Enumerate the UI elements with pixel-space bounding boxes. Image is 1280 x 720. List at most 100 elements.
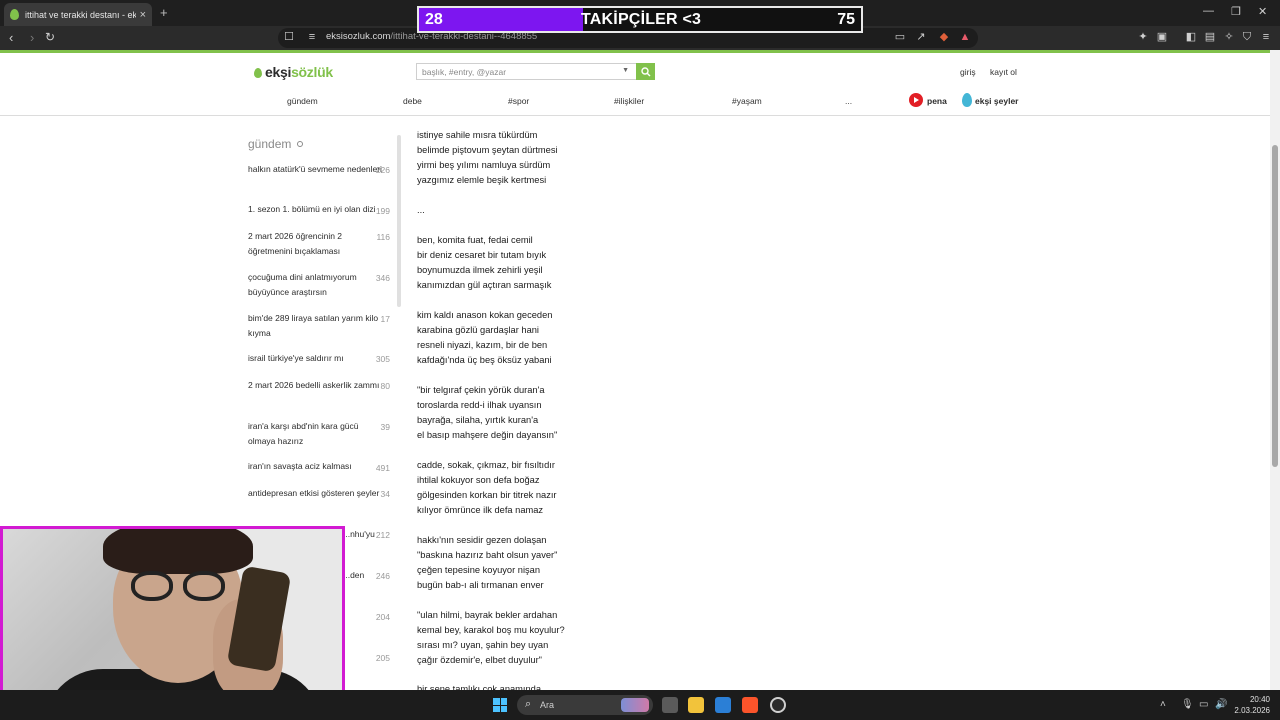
- taskbar-clock[interactable]: 20:40 2.03.2026: [1234, 694, 1270, 716]
- nav-yasam[interactable]: #yaşam: [732, 96, 762, 106]
- topic-count: 205: [375, 653, 390, 663]
- eksi-seyler-icon: [962, 93, 972, 107]
- screenshot-icon[interactable]: ▣: [1156, 31, 1168, 43]
- settings-icon[interactable]: [297, 141, 303, 147]
- nav-debe[interactable]: debe: [403, 96, 422, 106]
- extensions-icon[interactable]: ✦: [1137, 31, 1149, 43]
- obs-icon[interactable]: [770, 697, 786, 713]
- topic-link[interactable]: iran'ın savaşta aciz kalması: [248, 459, 388, 474]
- entry-line: ben, komita fuat, fedai cemil: [417, 235, 533, 245]
- topic-count: 17: [380, 314, 390, 324]
- leo-ai-icon[interactable]: ✧: [1223, 31, 1235, 43]
- cast-icon[interactable]: ▭: [894, 31, 906, 43]
- topic-count: 246: [375, 571, 390, 581]
- brave-rewards-icon[interactable]: ▲: [959, 31, 971, 43]
- search-button[interactable]: [636, 63, 655, 80]
- nav-iliskiler[interactable]: #ilişkiler: [614, 96, 644, 106]
- sidebar-scrollbar[interactable]: [397, 135, 401, 307]
- drop-icon: [254, 68, 262, 78]
- entry-line: "baskına hazırız baht olsun yaver": [417, 550, 558, 560]
- entry-line: hakkı'nın sesidir gezen dolaşan: [417, 535, 547, 545]
- wallet-icon[interactable]: ▤: [1204, 31, 1216, 43]
- store-icon[interactable]: [715, 697, 731, 713]
- sidebar-toggle-icon[interactable]: ◧: [1185, 31, 1197, 43]
- entry-line: kim kaldı anason kokan geceden: [417, 310, 553, 320]
- site-logo[interactable]: ekşisözlük: [254, 64, 333, 80]
- login-link[interactable]: giriş: [960, 67, 976, 77]
- topic-link[interactable]: çocuğuma dini anlatmıyorum büyüyünce ara…: [248, 270, 388, 299]
- entry-line: resneli niyazi, kazım, bir de ben: [417, 340, 548, 350]
- volume-icon[interactable]: 🔊: [1215, 699, 1227, 710]
- reload-icon[interactable]: ↻: [45, 30, 55, 44]
- tab-title: ittihat ve terakki destanı - ekşi sözlük: [25, 9, 136, 20]
- pena-icon: [909, 93, 923, 107]
- glasses-icon: [183, 571, 225, 601]
- topic-link[interactable]: 2 mart 2026 öğrencinin 2 öğretmenini bıç…: [248, 229, 388, 258]
- page-scrollbar-thumb[interactable]: [1272, 145, 1278, 467]
- eksi-seyler-link[interactable]: ekşi şeyler: [975, 96, 1018, 106]
- entry-line: sırası mı? uyan, şahin bey uyan: [417, 640, 549, 650]
- taskbar-search[interactable]: ⌕ Ara: [517, 695, 653, 715]
- network-icon[interactable]: ▭: [1199, 699, 1208, 710]
- logo-part-2: sözlük: [291, 64, 333, 80]
- brave-shield-icon[interactable]: ◆: [938, 31, 950, 43]
- entry-line: istinye sahile mısra tükürdüm: [417, 130, 538, 140]
- topic-count: 346: [375, 273, 390, 283]
- entry-line: yirmi beş yılımı namluya sürdüm: [417, 160, 551, 170]
- back-icon[interactable]: ‹: [9, 30, 13, 45]
- nav-more[interactable]: ...: [845, 96, 852, 106]
- new-tab-button[interactable]: +: [160, 5, 168, 20]
- entry-line: bayrağa, silaha, yırtık kuran'a: [417, 415, 539, 425]
- entry-line: el basıp mahşere değin dayansın": [417, 430, 558, 440]
- topic-count: 34: [380, 489, 390, 499]
- vpn-icon[interactable]: ⛉: [1241, 31, 1253, 43]
- topic-count: 39: [380, 422, 390, 432]
- entry-line: yazgımız elemle beşik kertmesi: [417, 175, 547, 185]
- entry-line: "bir telgıraf çekin yörük duran'a: [417, 385, 545, 395]
- menu-icon[interactable]: ≡: [1260, 31, 1272, 43]
- topic-link[interactable]: bim'de 289 liraya satılan yarım kilo kıy…: [248, 311, 388, 340]
- search-dropdown-icon[interactable]: ▼: [622, 67, 629, 74]
- glasses-icon: [131, 571, 173, 601]
- tray-overflow-icon[interactable]: ˄: [1160, 699, 1166, 710]
- pena-link[interactable]: pena: [927, 96, 947, 106]
- entry-line: belimde piştovum şeytan dürtmesi: [417, 145, 558, 155]
- entry-line: çeğen tepesine koyuyor nişan: [417, 565, 541, 575]
- sidebar-title: gündem: [248, 137, 292, 151]
- search-input[interactable]: başlık, #entry, @yazar ▼: [416, 63, 636, 80]
- clock-time: 20:40: [1249, 695, 1270, 704]
- topic-link[interactable]: antidepresan etkisi gösteren şeyler: [248, 486, 388, 501]
- follower-current: 28: [425, 11, 443, 28]
- search-icon: ⌕: [525, 698, 532, 710]
- tab-close-icon[interactable]: ×: [140, 9, 146, 21]
- topic-link[interactable]: 2 mart 2026 bedelli askerlik zammı: [248, 378, 388, 393]
- microphone-icon[interactable]: 🎙: [1181, 699, 1194, 710]
- bookmark-icon[interactable]: ☐: [283, 31, 295, 43]
- site-info-icon[interactable]: ≡: [306, 31, 318, 43]
- close-window-button[interactable]: ✕: [1258, 5, 1267, 18]
- taskbar-search-label: Ara: [540, 700, 555, 710]
- register-link[interactable]: kayıt ol: [990, 67, 1017, 77]
- entry-line: kanımızdan gül açtıran sarmaşık: [417, 280, 552, 290]
- file-explorer-icon[interactable]: [688, 697, 704, 713]
- windows-start-icon[interactable]: [493, 698, 507, 712]
- page-scrollbar[interactable]: [1270, 50, 1280, 690]
- maximize-button[interactable]: ❐: [1231, 5, 1241, 18]
- topic-link[interactable]: iran'a karşı abd'nin kara gücü olmaya ha…: [248, 419, 388, 448]
- topic-link[interactable]: israil türkiye'ye saldırır mı: [248, 351, 388, 366]
- entry-line: kemal bey, karakol boş mu koyulur?: [417, 625, 565, 635]
- entry-line: toroslarda redd-i ilhak uyansın: [417, 400, 542, 410]
- entry-line: kafdağı'nda üç beş öksüz yabani: [417, 355, 552, 365]
- nav-spor[interactable]: #spor: [508, 96, 529, 106]
- minimize-button[interactable]: —: [1203, 5, 1214, 17]
- share-icon[interactable]: ↗: [915, 31, 927, 43]
- nav-gundem[interactable]: gündem: [287, 96, 318, 106]
- brave-browser-icon[interactable]: [742, 697, 758, 713]
- topic-count: 199: [375, 206, 390, 216]
- topic-link[interactable]: 1. sezon 1. bölümü en iyi olan dizi: [248, 202, 388, 217]
- browser-tab[interactable]: ittihat ve terakki destanı - ekşi sözlük…: [4, 3, 152, 26]
- topic-link[interactable]: halkın atatürk'ü sevmeme nedenleri: [248, 162, 388, 177]
- task-view-icon[interactable]: [662, 697, 678, 713]
- forward-icon[interactable]: ›: [30, 30, 34, 45]
- entry-line: çağır özdemir'e, elbet duyulur": [417, 655, 542, 665]
